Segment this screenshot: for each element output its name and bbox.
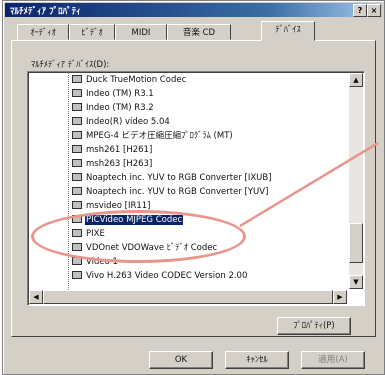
callout-pointer — [239, 141, 379, 228]
tab-devices[interactable]: ﾃﾞﾊﾞｲｽ — [261, 21, 315, 41]
